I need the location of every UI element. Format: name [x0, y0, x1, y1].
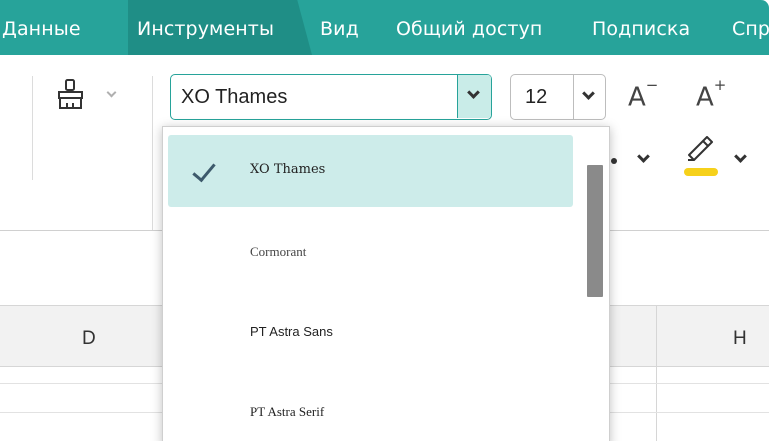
menu-item-view[interactable]: Вид	[320, 18, 359, 40]
chevron-down-icon	[467, 86, 480, 99]
highlighter-icon	[684, 136, 718, 167]
font-option-cormorant[interactable]: Cormorant	[168, 217, 573, 289]
menu-item-data[interactable]: Данные	[2, 18, 81, 40]
menu-bar: Данные Инструменты Вид Общий доступ Подп…	[0, 0, 769, 55]
highlight-color-button[interactable]	[680, 136, 752, 178]
font-option-label: PT Astra Sans	[250, 324, 333, 339]
column-divider	[656, 305, 657, 441]
increase-font-sign: +	[713, 76, 727, 94]
paint-brush-icon	[56, 78, 86, 115]
font-option-pt-astra-sans[interactable]: PT Astra Sans	[168, 297, 573, 369]
font-option-label: Cormorant	[250, 244, 307, 259]
chevron-down-icon	[106, 87, 117, 98]
increase-font-letter: A	[696, 82, 714, 113]
font-size-select[interactable]: 12	[510, 74, 606, 120]
app-window: Данные Инструменты Вид Общий доступ Подп…	[0, 0, 769, 441]
decrease-font-button[interactable]: A−	[628, 76, 658, 113]
increase-font-button[interactable]: A+	[696, 76, 726, 113]
decrease-font-sign: −	[645, 76, 659, 94]
ribbon-divider	[152, 76, 153, 230]
ribbon-divider	[32, 76, 33, 180]
font-option-xo-thames[interactable]: XO Thames	[168, 135, 573, 207]
font-family-select[interactable]: XO Thames	[170, 74, 492, 120]
font-option-label: XO Thames	[250, 162, 326, 177]
font-option-pt-astra-serif[interactable]: PT Astra Serif	[168, 377, 573, 441]
column-header-h[interactable]: H	[733, 328, 747, 350]
chevron-down-icon	[734, 150, 747, 163]
menu-item-sharing[interactable]: Общий доступ	[396, 18, 542, 40]
chevron-down-icon	[582, 87, 595, 100]
font-family-dropdown-list: XO Thames Cormorant PT Astra Sans PT Ast…	[162, 126, 610, 441]
dropdown-scrollbar-thumb[interactable]	[587, 165, 603, 297]
column-header-d[interactable]: D	[82, 328, 96, 350]
highlight-color-swatch	[684, 168, 718, 176]
ribbon-control-fragment	[611, 158, 617, 164]
font-family-dropdown-button[interactable]	[457, 75, 491, 118]
decrease-font-letter: A	[628, 82, 646, 113]
format-painter-button[interactable]	[56, 78, 124, 114]
font-option-label: PT Astra Serif	[250, 404, 325, 419]
font-family-value: XO Thames	[181, 86, 288, 108]
menu-item-help[interactable]: Спр	[732, 18, 769, 40]
checkmark-icon	[192, 157, 216, 183]
font-size-dropdown-button[interactable]	[573, 75, 605, 119]
menu-item-tools[interactable]: Инструменты	[137, 18, 274, 40]
menu-item-subscription[interactable]: Подписка	[592, 18, 690, 40]
font-size-value: 12	[525, 86, 548, 108]
